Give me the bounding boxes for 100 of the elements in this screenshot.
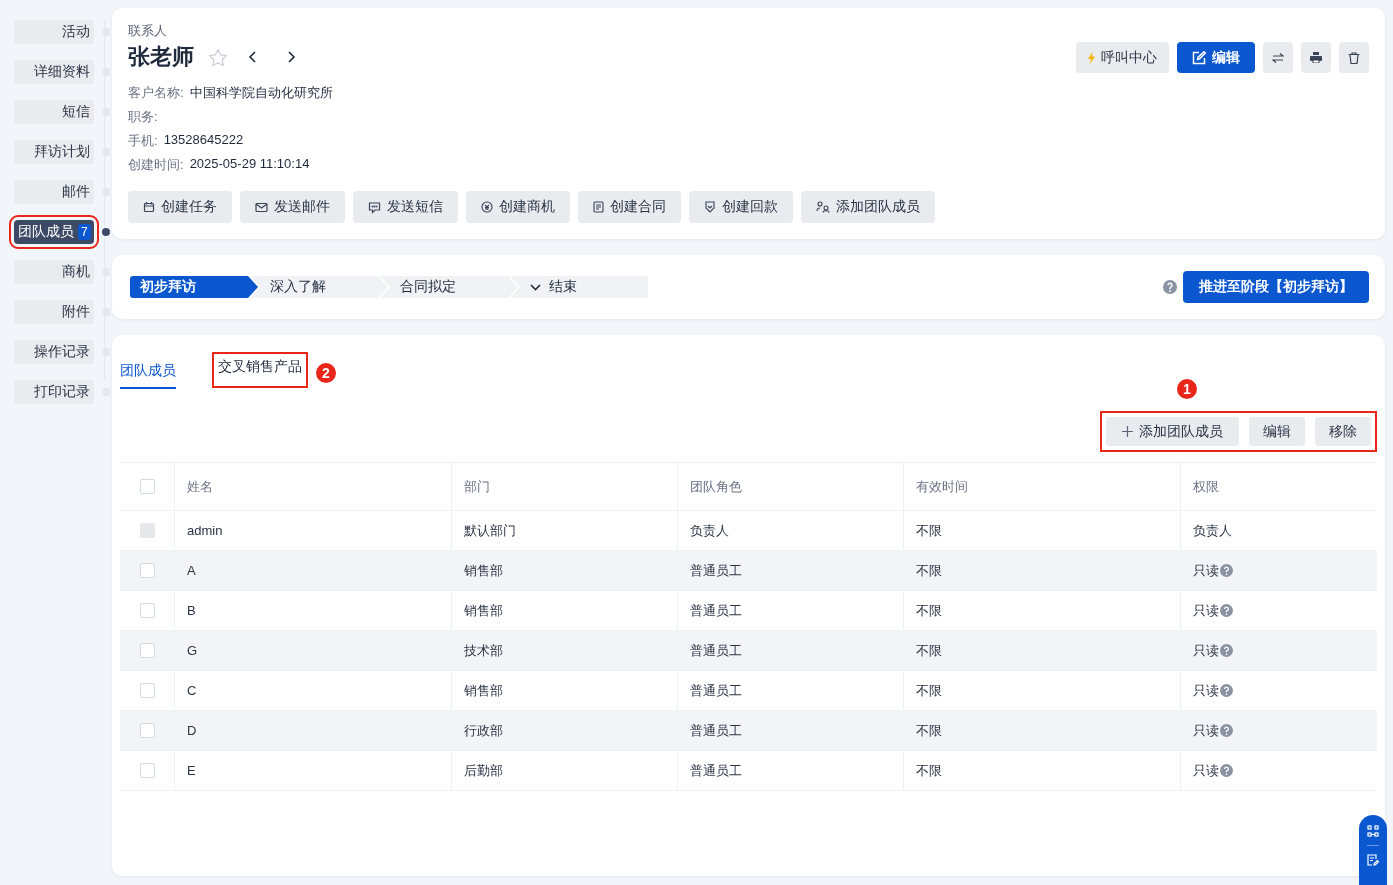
table-cell: 普通员工 (677, 550, 904, 591)
table-cell: 普通员工 (677, 750, 904, 791)
table-cell: 不限 (903, 670, 1181, 711)
action-button[interactable]: 创建商机 (466, 191, 570, 223)
row-checkbox[interactable] (139, 603, 155, 618)
connection-icon[interactable] (1367, 825, 1379, 837)
field-label: 手机: (128, 132, 158, 150)
table-cell: 普通员工 (677, 630, 904, 671)
row-checkbox[interactable] (139, 643, 155, 658)
chevron-down-icon (530, 283, 541, 291)
call-center-button[interactable]: 呼叫中心 (1076, 42, 1169, 73)
stage-step[interactable]: 深入了解 (250, 276, 388, 298)
note-edit-icon[interactable] (1367, 854, 1379, 866)
action-button[interactable]: 发送邮件 (240, 191, 345, 223)
table-cell: 不限 (903, 630, 1181, 671)
field-value: 13528645222 (163, 132, 244, 149)
column-header: 姓名 (174, 462, 452, 511)
table-cell: 销售部 (451, 670, 678, 711)
previous-icon[interactable] (248, 50, 258, 64)
table-cell: 不限 (903, 590, 1181, 631)
field-value: 中国科学院自动化研究所 (189, 84, 333, 102)
table-cell: 技术部 (451, 630, 678, 671)
table-cell: D (174, 710, 452, 751)
row-checkbox[interactable] (139, 563, 155, 578)
toolbar-button[interactable]: 移除 (1315, 417, 1371, 446)
coin-icon (481, 201, 493, 213)
help-icon[interactable] (1219, 684, 1233, 697)
action-button[interactable]: 创建合同 (578, 191, 681, 223)
help-icon[interactable] (1163, 280, 1177, 294)
sidebar-item[interactable]: 拜访计划 (14, 140, 94, 164)
transfer-button[interactable] (1263, 42, 1293, 73)
row-checkbox[interactable] (139, 763, 155, 778)
row-checkbox[interactable] (139, 723, 155, 738)
table-cell: E (174, 750, 452, 791)
contact-name: 张老师 (128, 43, 194, 71)
row-checkbox[interactable] (139, 683, 155, 698)
timeline-dot (102, 228, 110, 236)
edit-icon (1192, 50, 1206, 65)
tab[interactable]: 交叉销售产品 (214, 354, 306, 386)
toolbar-button[interactable]: 添加团队成员 (1106, 417, 1239, 446)
table-cell: 不限 (903, 550, 1181, 591)
table-cell: 只读 (1192, 761, 1219, 780)
table-cell: 行政部 (451, 710, 678, 751)
stage-step[interactable]: 合同拟定 (380, 276, 518, 298)
table-cell: 默认部门 (451, 510, 678, 551)
column-header: 部门 (451, 462, 678, 511)
next-icon[interactable] (286, 50, 296, 64)
table-cell: 只读 (1192, 681, 1219, 700)
sidebar-item[interactable]: 打印记录 (14, 380, 94, 404)
column-header: 有效时间 (903, 462, 1181, 511)
sidebar-item[interactable]: 商机 (14, 260, 94, 284)
table-cell: 只读 (1192, 561, 1219, 580)
stage-step[interactable]: 结束 (510, 276, 648, 298)
help-icon[interactable] (1219, 564, 1233, 577)
table-cell: 负责人 (1180, 510, 1377, 551)
table-cell: 负责人 (677, 510, 904, 551)
people-icon (816, 201, 830, 213)
field-value: 2025-05-29 11:10:14 (189, 156, 310, 173)
action-button[interactable]: 发送短信 (353, 191, 458, 223)
advance-stage-button[interactable]: 推进至阶段【初步拜访】 (1183, 271, 1369, 303)
action-button[interactable]: 创建任务 (128, 191, 232, 223)
callout-marker: 1 (1177, 379, 1197, 399)
toolbar-button[interactable]: 编辑 (1249, 417, 1305, 446)
table-cell: 普通员工 (677, 670, 904, 711)
action-button[interactable]: 创建回款 (689, 191, 793, 223)
table-cell: 不限 (903, 510, 1181, 551)
table-cell: G (174, 630, 452, 671)
print-button[interactable] (1301, 42, 1331, 73)
delete-button[interactable] (1339, 42, 1369, 73)
count-badge: 7 (78, 224, 91, 240)
printer-icon (1310, 52, 1322, 63)
table-cell: 只读 (1192, 601, 1219, 620)
help-icon[interactable] (1219, 644, 1233, 657)
table-cell: C (174, 670, 452, 711)
download-tray-icon (704, 201, 716, 213)
select-all-checkbox[interactable] (139, 479, 155, 494)
help-icon[interactable] (1219, 604, 1233, 617)
document-icon (593, 201, 604, 213)
stage-step[interactable]: 初步拜访 (130, 276, 258, 298)
table-cell: 不限 (903, 750, 1181, 791)
help-icon[interactable] (1219, 724, 1233, 737)
table-cell: 普通员工 (677, 710, 904, 751)
sidebar-item[interactable]: 活动 (14, 20, 94, 44)
sidebar-item[interactable]: 详细资料 (14, 60, 94, 84)
table-cell: admin (174, 510, 452, 551)
edit-button[interactable]: 编辑 (1177, 42, 1255, 73)
sidebar-item[interactable]: 附件 (14, 300, 94, 324)
sidebar-item[interactable]: 操作记录 (14, 340, 94, 364)
tab[interactable]: 团队成员 (120, 359, 176, 389)
sidebar-item[interactable]: 邮件 (14, 180, 94, 204)
help-icon[interactable] (1219, 764, 1233, 777)
trash-icon (1348, 51, 1360, 64)
action-button[interactable]: 添加团队成员 (801, 191, 935, 223)
table-cell: 销售部 (451, 590, 678, 631)
sidebar-item[interactable]: 短信 (14, 100, 94, 124)
table-cell: 销售部 (451, 550, 678, 591)
star-icon[interactable] (208, 47, 228, 67)
plus-icon (1122, 426, 1133, 437)
lightning-icon (1088, 51, 1095, 64)
callout-marker: 2 (316, 362, 336, 383)
